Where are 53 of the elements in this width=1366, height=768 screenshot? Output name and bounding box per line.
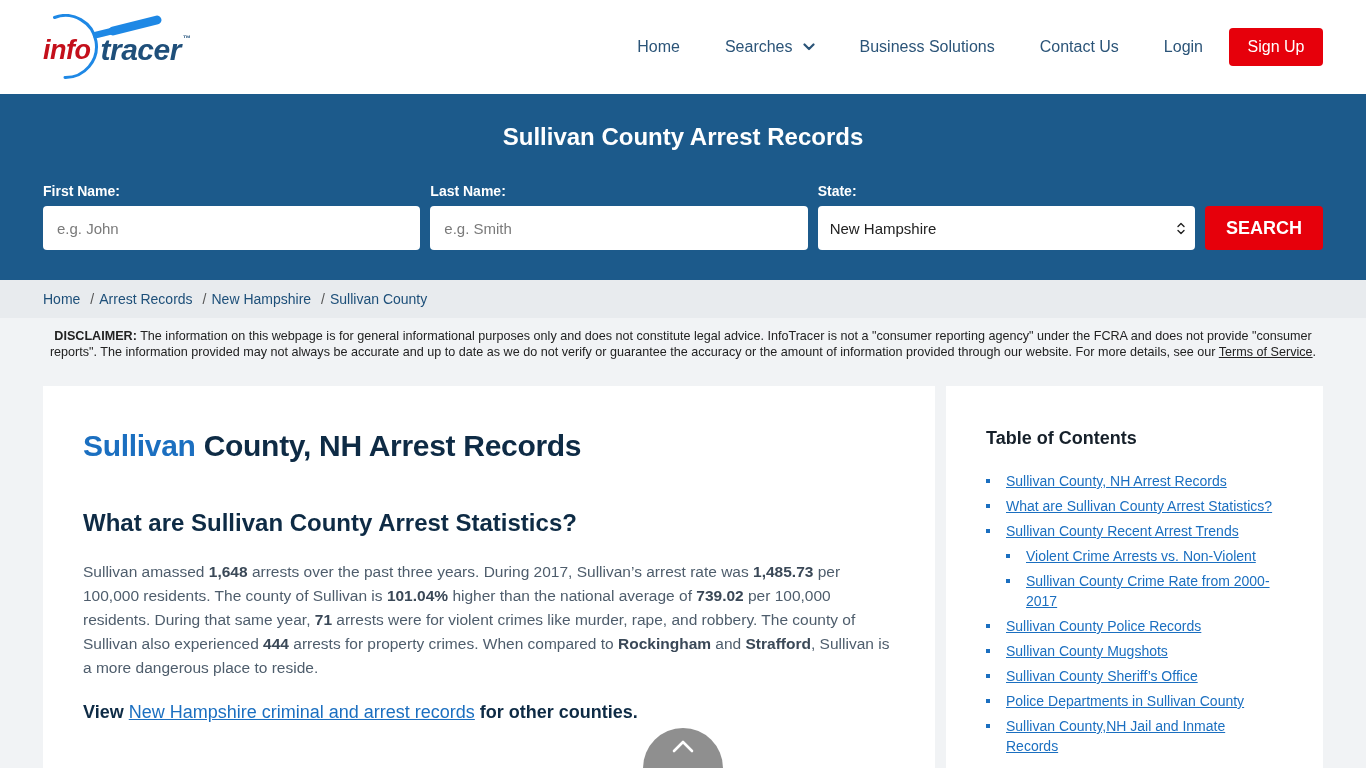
sign-up-button[interactable]: Sign Up: [1229, 28, 1323, 66]
toc-title: Table of Contents: [986, 427, 1138, 449]
breadcrumb-separator: /: [90, 291, 95, 307]
state-select[interactable]: New Hampshire: [817, 206, 1195, 250]
field-label: State:: [817, 183, 857, 199]
bullet-icon: [986, 699, 990, 703]
up-down-icon: [1177, 221, 1185, 235]
chevron-up-icon: [672, 740, 694, 753]
toc-link[interactable]: Sullivan County Crime Rate from 2000-2017: [1026, 571, 1278, 611]
toc-link[interactable]: Sullivan County Mugshots: [1006, 641, 1168, 661]
field-label: Last Name:: [430, 183, 506, 199]
statistics-paragraph: Sullivan amassed 1,648 arrests over the past three years. During 2017, Sullivan’s arrest rate was 1,485.73 per 100,000 residents. The county of Sullivan is 101.04% higher than the national average of 739.02 per 100,000 residents. During that same year, 71 arrests were for violent crimes like murder, rape, and robbery. The county of Sullivan also experienced 444 arrests for property crimes. When compared to Rockingham and Strafford, Sullivan is a more dangerous place to reside.: [83, 562, 891, 678]
breadcrumb-link[interactable]: Home: [43, 291, 81, 307]
toc-link[interactable]: Sullivan County,NH Jail and Inmate Records: [1006, 716, 1278, 756]
field-label: First Name:: [43, 183, 121, 199]
toc-link[interactable]: What are Sullivan County Arrest Statistics?: [1006, 496, 1273, 516]
bullet-icon: [986, 649, 990, 653]
state-records-link[interactable]: New Hampshire criminal and arrest records: [128, 702, 475, 722]
nav-link[interactable]: Business Solutions: [859, 37, 995, 57]
bullet-icon: [986, 479, 990, 483]
name-input-field[interactable]: e.g. John: [43, 206, 421, 250]
breadcrumb-link[interactable]: Sullivan County: [330, 291, 428, 307]
bullet-icon: [986, 724, 990, 728]
nav-dropdown[interactable]: Searches: [724, 37, 815, 57]
bullet-icon: [986, 624, 990, 628]
terms-link[interactable]: Terms of Service: [1218, 345, 1313, 359]
breadcrumb-link[interactable]: Arrest Records: [99, 291, 193, 307]
toc-link[interactable]: Sullivan County Sheriff’s Office: [1006, 666, 1198, 686]
name-input-field[interactable]: e.g. Smith: [430, 206, 808, 250]
bullet-icon: [986, 504, 990, 508]
breadcrumb-separator: /: [202, 291, 207, 307]
search-button[interactable]: SEARCH: [1205, 206, 1323, 250]
nav-link[interactable]: Home: [637, 37, 680, 57]
chevron-down-icon: [802, 43, 815, 51]
bullet-icon: [1006, 554, 1010, 558]
view-records-text: View New Hampshire criminal and arrest records for other counties.: [83, 701, 639, 724]
nav-link[interactable]: Login: [1163, 37, 1203, 57]
section-heading: What are Sullivan County Arrest Statistics?: [83, 508, 578, 538]
breadcrumb-separator: /: [321, 291, 325, 307]
logo-text[interactable]: info tracer™: [43, 34, 191, 66]
breadcrumb-link[interactable]: New Hampshire: [211, 291, 312, 307]
bullet-icon: [986, 529, 990, 533]
toc-link[interactable]: Sullivan County Recent Arrest Trends: [1006, 521, 1239, 541]
page-title: Sullivan County, NH Arrest Records: [83, 428, 583, 464]
bullet-icon: [986, 674, 990, 678]
disclaimer-text: DISCLAIMER: The information on this webpage is for general informational purposes only and does not constitute legal advice. InfoTracer is not a "consumer reporting agency" under the FCRA and does not provide "consumer reports". The information provided may not always be accurate and up to date as we do not verify or guarantee the accuracy or the amount of information provided through our website. For more details, see our Terms of Service.: [48, 328, 1318, 361]
toc-link[interactable]: Violent Crime Arrests vs. Non-Violent: [1026, 546, 1256, 566]
nav-link[interactable]: Contact Us: [1039, 37, 1119, 57]
toc-link[interactable]: Police Departments in Sullivan County: [1006, 691, 1245, 711]
toc-link[interactable]: Sullivan County, NH Arrest Records: [1006, 471, 1227, 491]
bullet-icon: [1006, 579, 1010, 583]
toc-link[interactable]: Sullivan County Police Records: [1006, 616, 1202, 636]
search-title: Sullivan County Arrest Records: [501, 122, 865, 152]
